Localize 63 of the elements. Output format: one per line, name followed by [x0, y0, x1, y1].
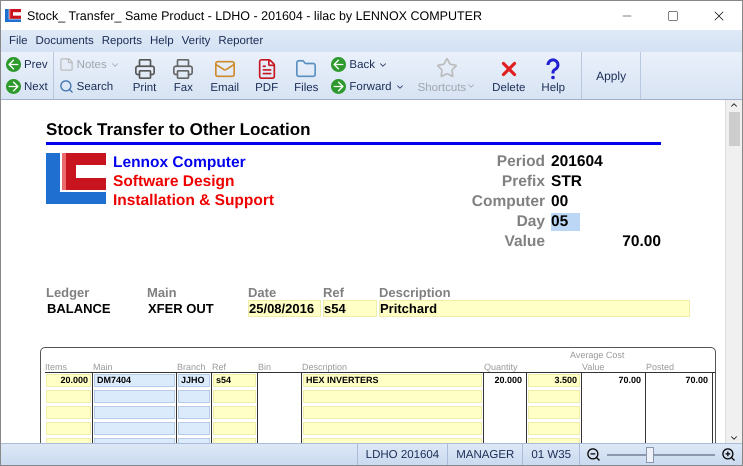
- table-cell[interactable]: s54: [213, 374, 256, 387]
- field-label: Computer: [470, 193, 545, 211]
- column-header: Ref: [212, 362, 226, 372]
- column-header: Description: [302, 362, 348, 372]
- field-label: Description: [379, 285, 452, 300]
- field-value[interactable]: STR: [551, 173, 582, 191]
- toolbar-button[interactable]: Email: [202, 52, 248, 99]
- menu-item[interactable]: File: [5, 35, 32, 47]
- menu-item[interactable]: Reporter: [214, 35, 268, 47]
- field-label: Ledger: [46, 285, 90, 300]
- company-line: Software Design: [113, 172, 236, 191]
- table-cell[interactable]: 20.000: [46, 374, 91, 387]
- input-field[interactable]: 25/08/2016: [248, 300, 321, 317]
- table-cell[interactable]: DM7404: [94, 374, 175, 387]
- toolbar-button[interactable]: Print: [124, 52, 164, 99]
- column-header: Items: [45, 362, 68, 372]
- input-field[interactable]: s54: [323, 300, 377, 317]
- company-line: Installation & Support: [113, 191, 274, 210]
- field-value[interactable]: 70.00: [551, 233, 661, 251]
- toolbar-button[interactable]: Help: [533, 52, 574, 99]
- status-item: 01 W35: [522, 444, 579, 465]
- column-group-header: Average Cost: [570, 350, 624, 360]
- field-value[interactable]: 00: [551, 193, 568, 211]
- field-label: Ref: [323, 285, 345, 300]
- table-cell[interactable]: JJHO: [178, 374, 210, 387]
- column-header: Value: [582, 362, 604, 372]
- field-label: Main: [147, 285, 178, 300]
- menu-item[interactable]: Verity: [178, 35, 214, 47]
- input-field[interactable]: Pritchard: [379, 300, 690, 317]
- toolbar-button[interactable]: Search: [56, 76, 122, 98]
- toolbar-button[interactable]: Delete: [484, 52, 534, 99]
- field-value[interactable]: 201604: [551, 153, 603, 171]
- toolbar-button[interactable]: Prev: [4, 54, 50, 76]
- toolbar-button[interactable]: Back: [329, 54, 407, 76]
- field-label: Date: [248, 285, 278, 300]
- status-item: MANAGER: [447, 444, 522, 465]
- menu-item[interactable]: Help: [146, 35, 178, 47]
- table-cell[interactable]: 3.500: [528, 374, 580, 387]
- menu-item[interactable]: Documents: [32, 35, 98, 47]
- window-title: Stock_ Transfer_ Same Product - LDHO - 201604 - lilac by LENNOX COMPUTER: [27, 8, 484, 22]
- menu-item[interactable]: Reports: [98, 35, 146, 47]
- field-value: XFER OUT: [147, 300, 215, 317]
- company-line: Lennox Computer: [113, 153, 247, 172]
- table-cell[interactable]: HEX INVERTERS: [303, 374, 482, 387]
- status-item: LDHO 201604: [356, 444, 448, 465]
- column-header: Branch: [177, 362, 206, 372]
- apply-button[interactable]: Apply: [581, 52, 642, 99]
- column-header: Main: [93, 362, 113, 372]
- column-header: Quantity: [484, 362, 518, 372]
- form-title: Stock Transfer to Other Location: [46, 120, 661, 145]
- field-label: Day: [516, 213, 545, 231]
- toolbar-button[interactable]: Files: [286, 52, 326, 99]
- toolbar-button[interactable]: PDF: [247, 52, 286, 99]
- field-value: BALANCE: [46, 300, 112, 317]
- toolbar-button[interactable]: Next: [4, 76, 50, 98]
- field-value[interactable]: 05: [551, 213, 580, 231]
- field-label: Value: [504, 233, 545, 251]
- field-label: Period: [496, 153, 545, 171]
- toolbar-button[interactable]: Forward: [329, 76, 407, 98]
- column-header: Bin: [258, 362, 272, 372]
- field-label: Prefix: [500, 173, 545, 191]
- toolbar-button[interactable]: Fax: [164, 52, 202, 99]
- column-header: Posted: [646, 362, 674, 372]
